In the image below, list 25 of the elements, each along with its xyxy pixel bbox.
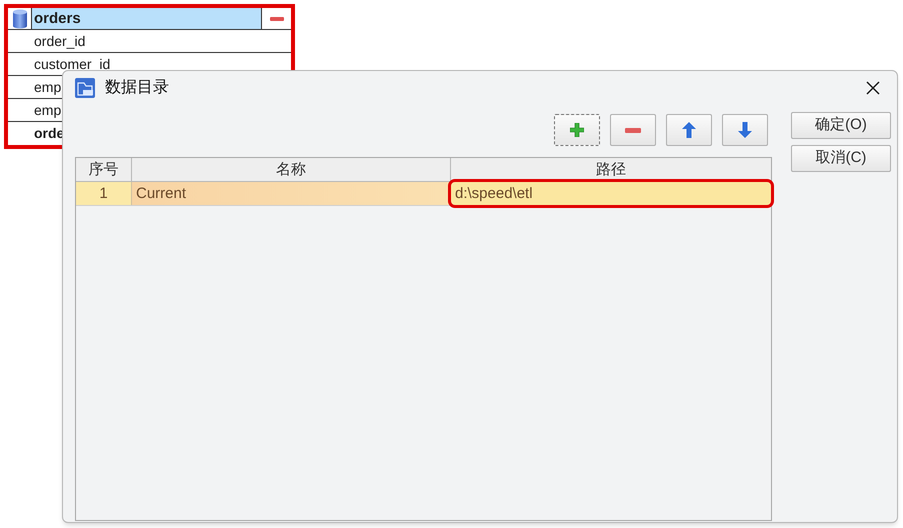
minus-icon xyxy=(270,16,284,20)
close-icon xyxy=(866,80,880,94)
table-title: orders xyxy=(32,8,262,29)
table-cell: Current xyxy=(132,182,451,205)
move-up-button[interactable] xyxy=(666,114,712,146)
minus-icon xyxy=(625,128,641,132)
plus-icon xyxy=(570,123,584,137)
field-name: emp xyxy=(34,102,62,118)
column-header: 序号 xyxy=(76,158,132,181)
up-arrow-icon xyxy=(682,122,696,138)
table-cell: d:\speed\etl xyxy=(451,182,771,205)
ok-button[interactable]: 确定(O) xyxy=(791,112,891,139)
app-icon xyxy=(75,78,95,98)
row-number-cell: 1 xyxy=(76,182,132,205)
dialog-title: 数据目录 xyxy=(105,78,169,98)
move-down-button[interactable] xyxy=(722,114,768,146)
database-icon xyxy=(12,8,28,28)
column-header: 路径 xyxy=(595,160,627,180)
add-button[interactable] xyxy=(554,114,600,146)
down-arrow-icon xyxy=(738,122,752,138)
cancel-button[interactable]: 取消(C) xyxy=(791,145,891,172)
field-name: order_id xyxy=(34,33,86,49)
remove-button[interactable] xyxy=(610,114,656,146)
field-name: customer_id xyxy=(34,56,110,72)
field-name: emp xyxy=(34,79,62,95)
